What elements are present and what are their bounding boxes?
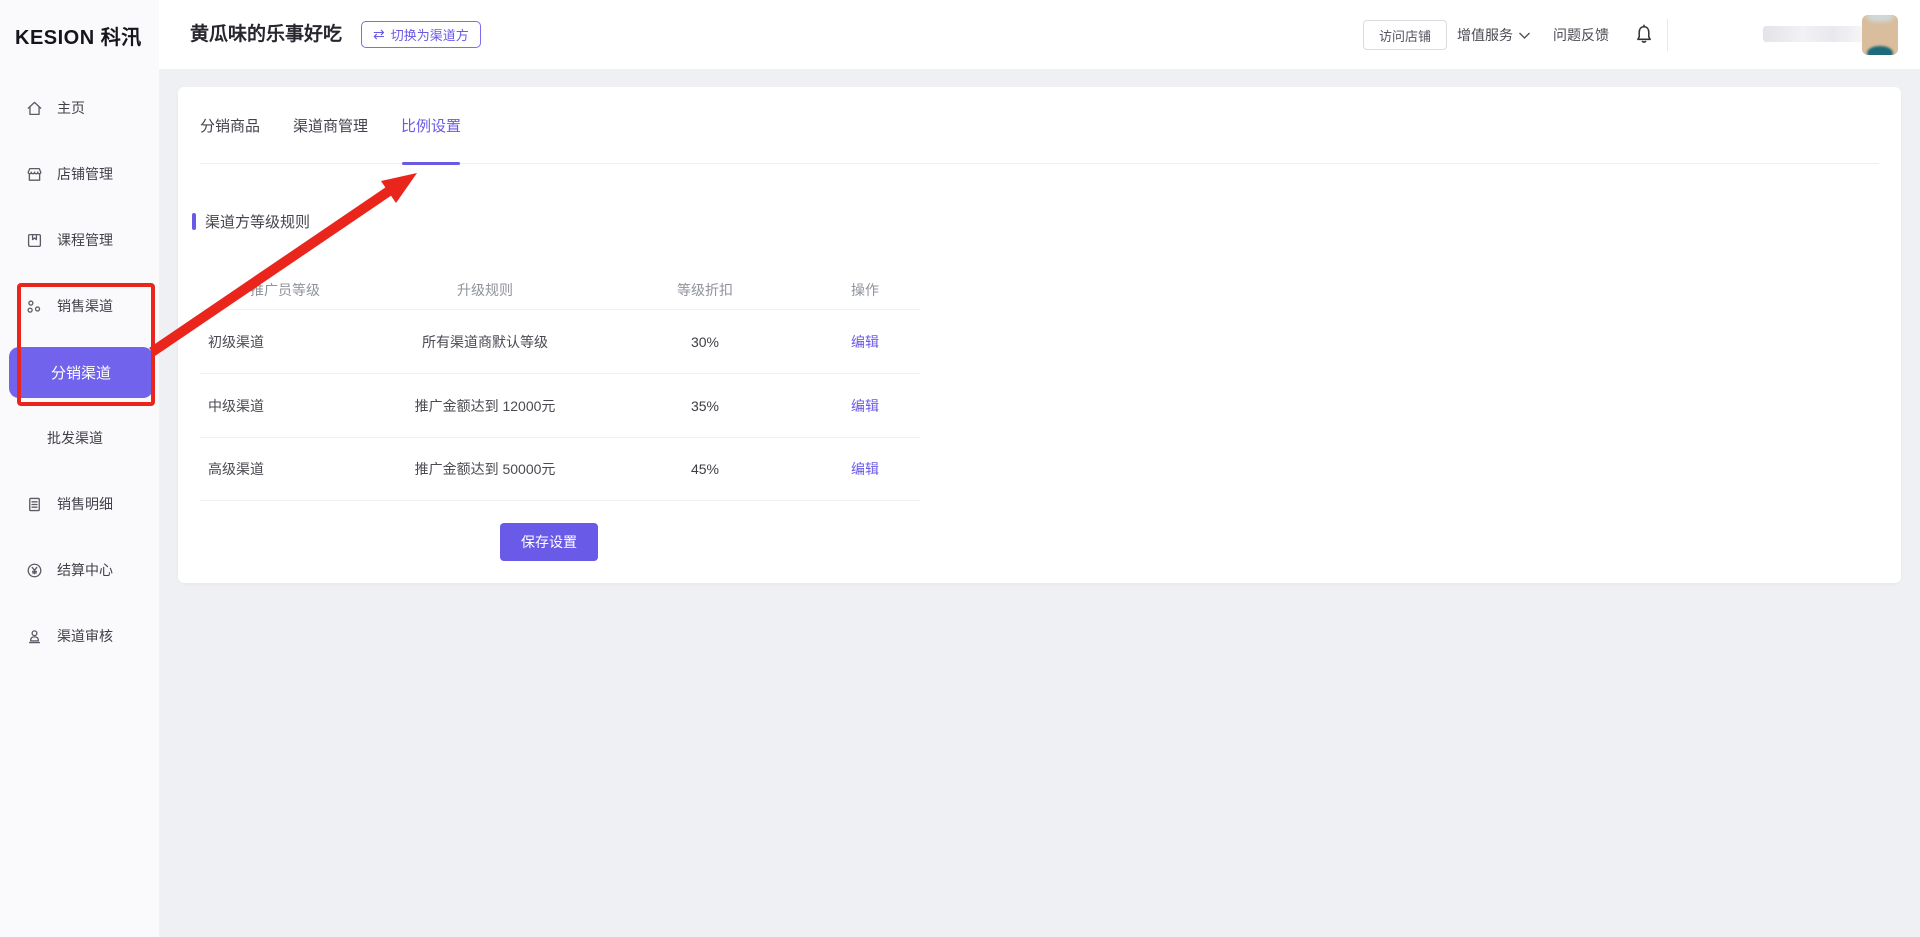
sidebar-item-label: 课程管理 [57, 230, 113, 250]
visit-store-label: 访问店铺 [1379, 26, 1431, 45]
tab-ratio-settings[interactable]: 比例设置 [401, 87, 461, 164]
save-settings-button[interactable]: 保存设置 [500, 523, 598, 561]
table-row: 高级渠道 推广金额达到 50000元 45% 编辑 [200, 437, 920, 501]
switch-to-channel-button[interactable]: ⇄ 切换为渠道方 [361, 21, 481, 48]
avatar-blur-top [1866, 15, 1894, 22]
user-name-blur [1763, 26, 1863, 42]
sidebar-item-label: 销售明细 [57, 494, 113, 514]
header-divider [1667, 19, 1668, 51]
avatar-blur-body [1867, 46, 1893, 55]
value-added-label: 增值服务 [1457, 25, 1513, 45]
home-icon [25, 99, 44, 118]
course-book-icon [25, 231, 44, 250]
sidebar-item-label: 主页 [57, 98, 85, 118]
table-row: 中级渠道 推广金额达到 12000元 35% 编辑 [200, 373, 920, 437]
section-title-text: 渠道方等级规则 [205, 211, 310, 232]
sidebar: KESION 科汛 主页 店铺管理 课程管理 销售渠道 分销渠道 批发渠道 销售… [0, 0, 159, 937]
tab-label: 渠道商管理 [293, 115, 368, 136]
storefront-icon [25, 165, 44, 184]
feedback-label: 问题反馈 [1553, 25, 1609, 45]
yen-circle-icon [25, 561, 44, 580]
cell-discount: 30% [600, 334, 810, 350]
store-name: 黄瓜味的乐事好吃 [190, 0, 342, 70]
channel-nodes-icon [25, 297, 44, 316]
brand-logo: KESION 科汛 [0, 0, 159, 70]
section-title: 渠道方等级规则 [192, 211, 310, 232]
cell-level: 中级渠道 [200, 396, 370, 416]
document-lines-icon [25, 495, 44, 514]
tab-distribution-goods[interactable]: 分销商品 [200, 87, 260, 164]
person-audit-icon [25, 627, 44, 646]
sidebar-item-sales-channel[interactable]: 销售渠道 [0, 273, 159, 339]
sidebar-item-channel-audit[interactable]: 渠道审核 [0, 603, 159, 669]
sidebar-item-label: 销售渠道 [57, 296, 113, 316]
chevron-down-icon [1518, 31, 1531, 40]
sidebar-item-settlement-center[interactable]: 结算中心 [0, 537, 159, 603]
table-header-row: 推广员等级 升级规则 等级折扣 操作 [200, 271, 920, 309]
col-header-level-discount: 等级折扣 [600, 280, 810, 300]
tab-channel-merchant-manage[interactable]: 渠道商管理 [293, 87, 368, 164]
visit-store-button[interactable]: 访问店铺 [1363, 20, 1447, 50]
value-added-services-menu[interactable]: 增值服务 [1457, 0, 1531, 70]
table-row: 初级渠道 所有渠道商默认等级 30% 编辑 [200, 309, 920, 373]
sidebar-item-home[interactable]: 主页 [0, 75, 159, 141]
cell-discount: 45% [600, 461, 810, 477]
cell-level: 初级渠道 [200, 332, 370, 352]
cell-discount: 35% [600, 398, 810, 414]
sidebar-item-distribution-channel[interactable]: 分销渠道 [9, 347, 153, 398]
bell-icon[interactable] [1632, 22, 1656, 48]
level-rule-table: 推广员等级 升级规则 等级折扣 操作 初级渠道 所有渠道商默认等级 30% 编辑… [200, 271, 920, 501]
cell-rule: 推广金额达到 50000元 [370, 459, 600, 479]
col-header-upgrade-rule: 升级规则 [370, 280, 600, 300]
tab-label: 比例设置 [401, 115, 461, 136]
sidebar-item-wholesale-channel[interactable]: 批发渠道 [0, 405, 159, 471]
sidebar-item-course-manage[interactable]: 课程管理 [0, 207, 159, 273]
cell-level: 高级渠道 [200, 459, 370, 479]
tab-label: 分销商品 [200, 115, 260, 136]
col-header-action: 操作 [810, 280, 920, 300]
section-accent-bar [192, 213, 196, 230]
sidebar-item-label: 店铺管理 [57, 164, 113, 184]
sidebar-item-shop-manage[interactable]: 店铺管理 [0, 141, 159, 207]
feedback-link[interactable]: 问题反馈 [1553, 0, 1609, 70]
content-card: 分销商品 渠道商管理 比例设置 渠道方等级规则 推广员等级 升级规则 等级折扣 … [178, 87, 1901, 583]
edit-link[interactable]: 编辑 [851, 334, 879, 350]
cell-rule: 推广金额达到 12000元 [370, 396, 600, 416]
top-header: 黄瓜味的乐事好吃 ⇄ 切换为渠道方 访问店铺 增值服务 问题反馈 [0, 0, 1920, 70]
tab-bar: 分销商品 渠道商管理 比例设置 [200, 87, 1879, 164]
edit-link[interactable]: 编辑 [851, 461, 879, 477]
sidebar-item-label: 结算中心 [57, 560, 113, 580]
sidebar-item-label: 渠道审核 [57, 626, 113, 646]
sidebar-item-sales-detail[interactable]: 销售明细 [0, 471, 159, 537]
swap-icon: ⇄ [373, 26, 385, 43]
edit-link[interactable]: 编辑 [851, 398, 879, 414]
sidebar-item-label: 分销渠道 [51, 362, 111, 383]
switch-button-label: 切换为渠道方 [391, 25, 469, 44]
sidebar-item-label: 批发渠道 [47, 428, 103, 448]
col-header-promoter-level: 推广员等级 [200, 280, 370, 300]
cell-rule: 所有渠道商默认等级 [370, 332, 600, 352]
avatar[interactable] [1862, 15, 1898, 55]
